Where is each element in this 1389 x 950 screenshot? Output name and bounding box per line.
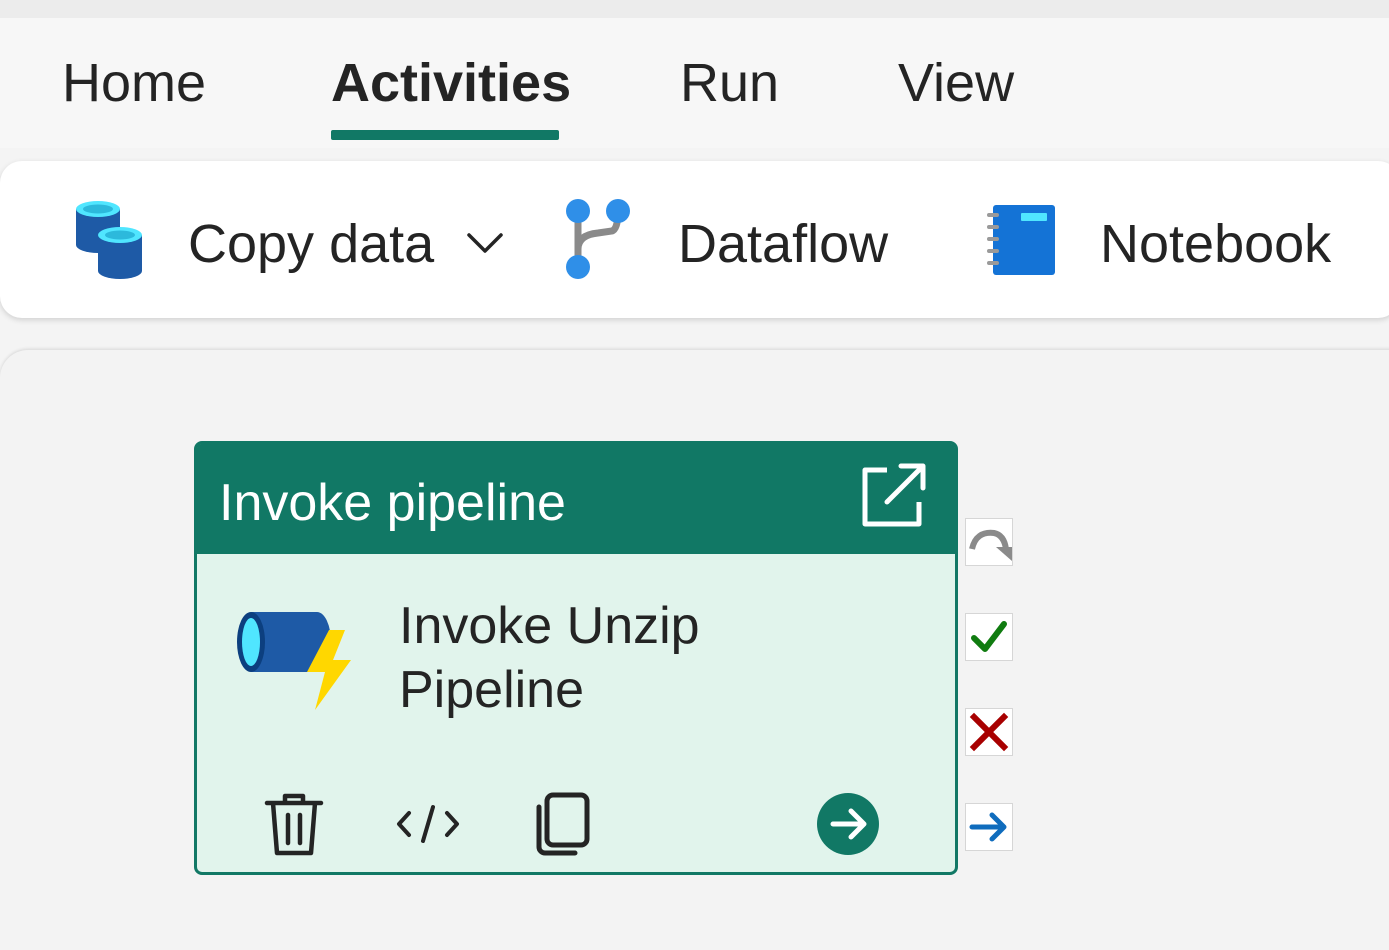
on-skip-connector[interactable]: [965, 518, 1013, 566]
delete-icon[interactable]: [261, 789, 327, 859]
database-copy-icon: [76, 201, 142, 279]
invoke-pipeline-activity[interactable]: Invoke pipeline Invoke Unzip Pipeline: [194, 441, 958, 875]
tab-view[interactable]: View: [898, 48, 1014, 118]
tab-run[interactable]: Run: [680, 48, 779, 118]
activity-type-label: Invoke pipeline: [219, 474, 566, 532]
code-icon[interactable]: [395, 789, 461, 859]
copy-icon[interactable]: [531, 789, 597, 859]
ribbon-tabs: Home Activities Run View: [0, 18, 1389, 148]
notebook-label: Notebook: [1100, 214, 1332, 274]
chevron-down-icon[interactable]: [466, 231, 504, 255]
activities-toolbar: Copy data Dataflow Notebook: [0, 161, 1389, 318]
tab-activities[interactable]: Activities: [331, 48, 571, 118]
on-failure-connector[interactable]: [965, 708, 1013, 756]
activity-header: Invoke pipeline: [197, 444, 955, 554]
dataflow-label: Dataflow: [678, 214, 889, 274]
copy-data-label: Copy data: [188, 214, 435, 274]
on-success-connector[interactable]: [965, 613, 1013, 661]
go-to-arrow-icon[interactable]: [815, 789, 881, 859]
x-mark-icon: [969, 712, 1009, 752]
copy-data-button[interactable]: Copy data: [70, 191, 520, 291]
notebook-icon: [987, 205, 1055, 275]
open-external-icon[interactable]: [857, 460, 929, 532]
active-tab-indicator: [331, 130, 559, 140]
dataflow-button[interactable]: Dataflow: [560, 191, 900, 291]
tab-home[interactable]: Home: [62, 48, 206, 118]
activity-name: Invoke Unzip Pipeline: [399, 597, 700, 719]
checkmark-icon: [971, 621, 1007, 652]
on-completion-connector[interactable]: [965, 803, 1013, 851]
top-strip: [0, 0, 1389, 18]
skip-arrow-icon: [969, 529, 1012, 561]
invoke-pipeline-icon: [237, 612, 351, 710]
notebook-button[interactable]: Notebook: [985, 191, 1355, 291]
dataflow-icon: [566, 199, 630, 279]
arrow-right-icon: [969, 812, 1007, 842]
